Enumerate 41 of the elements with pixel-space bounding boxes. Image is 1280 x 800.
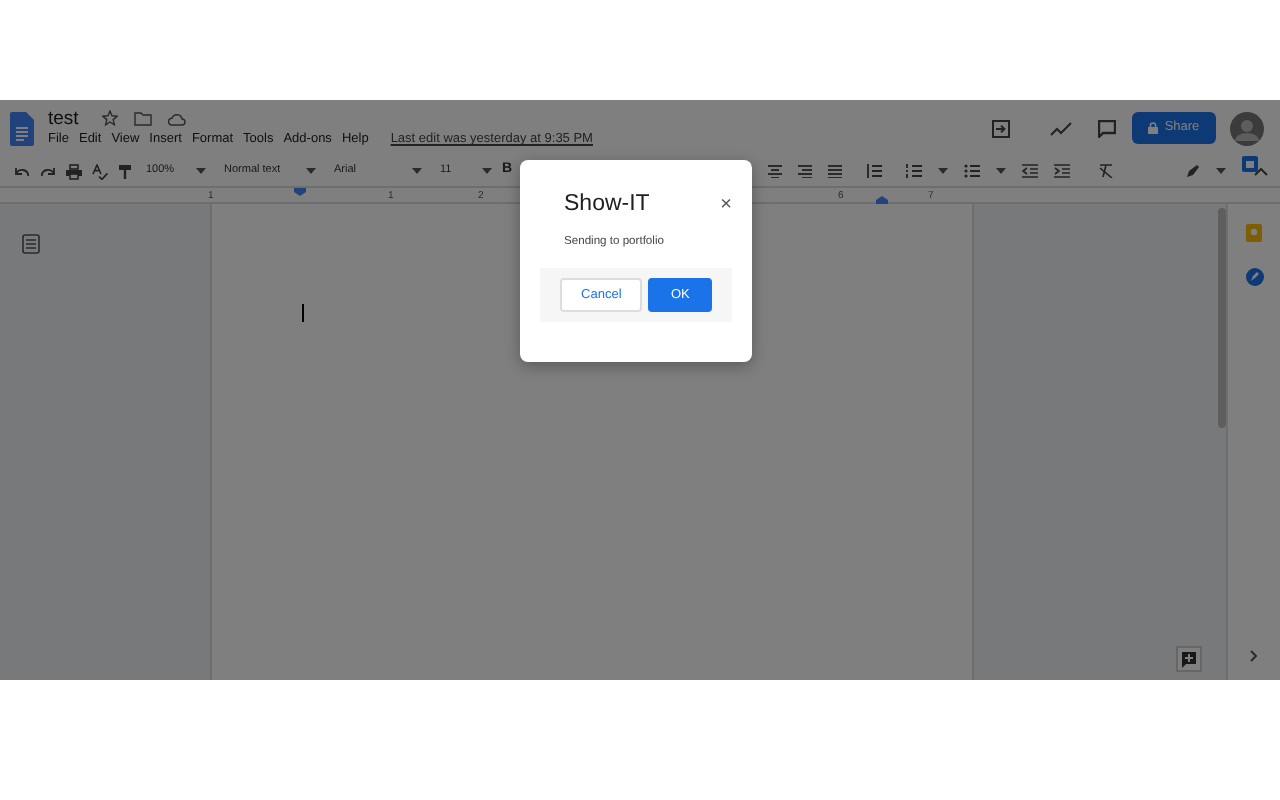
tasks-icon[interactable] xyxy=(1245,268,1263,286)
caret-icon xyxy=(306,168,316,174)
calendar-icon[interactable] xyxy=(1242,156,1258,172)
docs-logo-icon[interactable] xyxy=(10,111,34,145)
numbered-list-icon[interactable] xyxy=(906,164,923,178)
caret-icon xyxy=(482,168,492,174)
folder-icon[interactable] xyxy=(134,111,153,126)
caret-icon[interactable] xyxy=(938,168,949,174)
collapse-caret-icon[interactable] xyxy=(1254,167,1269,175)
paint-format-icon[interactable] xyxy=(118,163,132,179)
pencil-icon[interactable] xyxy=(1186,164,1201,178)
spellcheck-icon[interactable] xyxy=(92,163,108,179)
caret-icon xyxy=(412,168,422,174)
increase-indent-icon[interactable] xyxy=(1054,164,1071,178)
add-comment-icon[interactable] xyxy=(1176,646,1202,672)
decrease-indent-icon[interactable] xyxy=(1022,164,1039,178)
print-icon[interactable] xyxy=(66,163,82,179)
align-center-icon[interactable] xyxy=(768,164,783,178)
caret-icon[interactable] xyxy=(1216,168,1227,174)
clear-formatting-icon[interactable] xyxy=(1098,164,1115,178)
undo-icon[interactable] xyxy=(14,165,30,177)
chevron-right-icon[interactable] xyxy=(1250,650,1258,662)
bulleted-list-icon[interactable] xyxy=(964,164,981,178)
redo-icon[interactable] xyxy=(40,165,56,177)
close-button[interactable]: × xyxy=(720,195,732,216)
line-spacing-icon[interactable] xyxy=(866,164,883,178)
cloud-icon[interactable] xyxy=(168,111,187,126)
text-cursor xyxy=(302,304,304,322)
outline-icon[interactable] xyxy=(22,234,40,254)
align-right-icon[interactable] xyxy=(798,164,813,178)
star-icon[interactable] xyxy=(102,110,119,127)
avatar-icon[interactable] xyxy=(1230,111,1264,145)
trend-line-icon[interactable] xyxy=(1050,121,1072,135)
lock-icon xyxy=(1148,122,1159,134)
caret-icon xyxy=(196,168,206,174)
comment-icon[interactable] xyxy=(1098,119,1116,137)
justify-icon[interactable] xyxy=(828,164,843,178)
document-title[interactable]: test xyxy=(48,109,79,128)
dialog-title: Show-IT xyxy=(564,190,650,220)
caret-icon[interactable] xyxy=(996,168,1007,174)
present-icon[interactable] xyxy=(992,119,1010,137)
